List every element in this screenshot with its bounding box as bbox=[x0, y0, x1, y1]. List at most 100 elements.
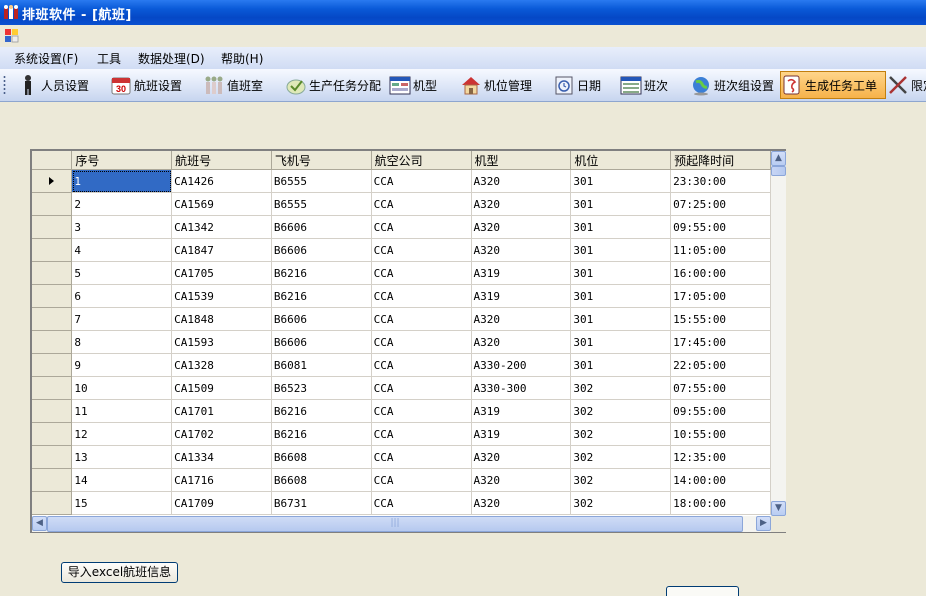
cell-aircraft-type[interactable]: A320 bbox=[471, 169, 572, 193]
cell-scheduled-time[interactable]: 17:05:00 bbox=[670, 284, 771, 308]
cell-scheduled-time[interactable]: 16:00:00 bbox=[670, 261, 771, 285]
cell-stand[interactable]: 301 bbox=[570, 261, 672, 285]
row-header[interactable] bbox=[32, 330, 73, 354]
table-row[interactable]: 7 CA1848 B6606 CCA A320 301 15:55:00 bbox=[32, 307, 771, 331]
toolbar-generate-worksheet[interactable]: 生成任务工单 bbox=[780, 71, 886, 99]
cell-stand[interactable]: 301 bbox=[570, 284, 672, 308]
toolbar-aircraft-type[interactable]: 机型 bbox=[389, 72, 437, 98]
cell-airline[interactable]: CCA bbox=[371, 353, 472, 377]
column-header-aircraft-type[interactable]: 机型 bbox=[471, 151, 572, 170]
cell-scheduled-time[interactable]: 15:55:00 bbox=[670, 307, 771, 331]
row-header[interactable] bbox=[32, 215, 73, 239]
table-row[interactable]: 2 CA1569 B6555 CCA A320 301 07:25:00 bbox=[32, 192, 771, 216]
row-header[interactable] bbox=[32, 468, 73, 492]
toolbar-flight-settings[interactable]: 30 航班设置 bbox=[110, 72, 182, 98]
cell-seq[interactable]: 14 bbox=[71, 468, 173, 492]
cell-aircraft-type[interactable]: A320 bbox=[471, 215, 572, 239]
cell-stand[interactable]: 301 bbox=[570, 353, 672, 377]
cell-flight-no[interactable]: CA1705 bbox=[171, 261, 272, 285]
vertical-scrollbar[interactable]: ▲ ▼ bbox=[771, 151, 786, 516]
cell-aircraft-type[interactable]: A319 bbox=[471, 422, 572, 446]
cell-stand[interactable]: 301 bbox=[570, 307, 672, 331]
table-row[interactable]: 8 CA1593 B6606 CCA A320 301 17:45:00 bbox=[32, 330, 771, 354]
cell-stand[interactable]: 302 bbox=[570, 491, 672, 515]
cell-scheduled-time[interactable]: 23:30:00 bbox=[670, 169, 771, 193]
scroll-right-icon[interactable]: ▶ bbox=[756, 516, 771, 531]
cell-seq[interactable]: 11 bbox=[71, 399, 173, 423]
column-header-stand[interactable]: 机位 bbox=[570, 151, 672, 170]
cell-stand[interactable]: 302 bbox=[570, 399, 672, 423]
cell-aircraft-type[interactable]: A320 bbox=[471, 491, 572, 515]
table-row[interactable]: 11 CA1701 B6216 CCA A319 302 09:55:00 bbox=[32, 399, 771, 423]
cell-airline[interactable]: CCA bbox=[371, 192, 472, 216]
horizontal-scrollbar[interactable]: ◀ ||| ▶ bbox=[32, 516, 771, 532]
cell-aircraft-no[interactable]: B6608 bbox=[271, 468, 372, 492]
cell-stand[interactable]: 301 bbox=[570, 169, 672, 193]
cell-aircraft-type[interactable]: A320 bbox=[471, 468, 572, 492]
cell-airline[interactable]: CCA bbox=[371, 330, 472, 354]
cell-stand[interactable]: 302 bbox=[570, 376, 672, 400]
cell-flight-no[interactable]: CA1709 bbox=[171, 491, 272, 515]
row-header[interactable] bbox=[32, 353, 73, 377]
cell-aircraft-type[interactable]: A330-300 bbox=[471, 376, 572, 400]
cell-seq[interactable]: 6 bbox=[71, 284, 173, 308]
column-header-seq[interactable]: 序号 bbox=[71, 151, 173, 170]
toolbar-shift-group-settings[interactable]: 班次组设置 bbox=[690, 72, 774, 98]
cell-aircraft-type[interactable]: A320 bbox=[471, 330, 572, 354]
toolbar-limit[interactable]: 限定 bbox=[887, 72, 926, 98]
cell-seq[interactable]: 5 bbox=[71, 261, 173, 285]
mdi-form-icon[interactable] bbox=[4, 28, 19, 43]
cell-airline[interactable]: CCA bbox=[371, 445, 472, 469]
table-row[interactable]: 14 CA1716 B6608 CCA A320 302 14:00:00 bbox=[32, 468, 771, 492]
cell-flight-no[interactable]: CA1847 bbox=[171, 238, 272, 262]
table-row[interactable]: 15 CA1709 B6731 CCA A320 302 18:00:00 bbox=[32, 491, 771, 515]
table-row[interactable]: 10 CA1509 B6523 CCA A330-300 302 07:55:00 bbox=[32, 376, 771, 400]
row-header[interactable] bbox=[32, 376, 73, 400]
row-header[interactable] bbox=[32, 399, 73, 423]
cell-airline[interactable]: CCA bbox=[371, 307, 472, 331]
cell-aircraft-no[interactable]: B6606 bbox=[271, 238, 372, 262]
cell-flight-no[interactable]: CA1328 bbox=[171, 353, 272, 377]
cell-stand[interactable]: 302 bbox=[570, 468, 672, 492]
cell-scheduled-time[interactable]: 11:05:00 bbox=[670, 238, 771, 262]
menu-help[interactable]: 帮助(H) bbox=[219, 50, 265, 67]
import-excel-button[interactable]: 导入excel航班信息 bbox=[61, 562, 178, 583]
table-row[interactable]: 6 CA1539 B6216 CCA A319 301 17:05:00 bbox=[32, 284, 771, 308]
toolbar-staff-settings[interactable]: 人员设置 bbox=[17, 72, 89, 98]
cell-aircraft-no[interactable]: B6216 bbox=[271, 261, 372, 285]
cell-airline[interactable]: CCA bbox=[371, 399, 472, 423]
cell-aircraft-no[interactable]: B6555 bbox=[271, 169, 372, 193]
toolbar-grip[interactable] bbox=[3, 75, 6, 95]
cell-aircraft-type[interactable]: A320 bbox=[471, 238, 572, 262]
cell-scheduled-time[interactable]: 10:55:00 bbox=[670, 422, 771, 446]
cell-airline[interactable]: CCA bbox=[371, 284, 472, 308]
row-header[interactable] bbox=[32, 192, 73, 216]
table-row[interactable]: 1 CA1426 B6555 CCA A320 301 23:30:00 bbox=[32, 169, 771, 193]
toolbar-date[interactable]: 日期 bbox=[553, 72, 601, 98]
row-header[interactable] bbox=[32, 491, 73, 515]
scroll-left-icon[interactable]: ◀ bbox=[32, 516, 47, 531]
toolbar-shift[interactable]: 班次 bbox=[620, 72, 668, 98]
column-header-scheduled-time[interactable]: 预起降时间 bbox=[670, 151, 771, 170]
cell-stand[interactable]: 302 bbox=[570, 422, 672, 446]
cell-scheduled-time[interactable]: 17:45:00 bbox=[670, 330, 771, 354]
table-row[interactable]: 5 CA1705 B6216 CCA A319 301 16:00:00 bbox=[32, 261, 771, 285]
menu-tools[interactable]: 工具 bbox=[95, 50, 123, 67]
cell-aircraft-type[interactable]: A320 bbox=[471, 445, 572, 469]
vertical-scroll-thumb[interactable] bbox=[771, 166, 786, 176]
scroll-up-icon[interactable]: ▲ bbox=[771, 151, 786, 166]
cell-stand[interactable]: 301 bbox=[570, 330, 672, 354]
cell-seq[interactable]: 15 bbox=[71, 491, 173, 515]
table-row[interactable]: 13 CA1334 B6608 CCA A320 302 12:35:00 bbox=[32, 445, 771, 469]
cell-aircraft-no[interactable]: B6606 bbox=[271, 307, 372, 331]
cell-stand[interactable]: 301 bbox=[570, 192, 672, 216]
column-header-airline[interactable]: 航空公司 bbox=[371, 151, 472, 170]
cell-flight-no[interactable]: CA1334 bbox=[171, 445, 272, 469]
cell-seq[interactable]: 2 bbox=[71, 192, 173, 216]
cell-stand[interactable]: 301 bbox=[570, 238, 672, 262]
cell-flight-no[interactable]: CA1426 bbox=[171, 169, 272, 193]
cell-stand[interactable]: 302 bbox=[570, 445, 672, 469]
cell-flight-no[interactable]: CA1509 bbox=[171, 376, 272, 400]
table-row[interactable]: 3 CA1342 B6606 CCA A320 301 09:55:00 bbox=[32, 215, 771, 239]
cell-scheduled-time[interactable]: 07:25:00 bbox=[670, 192, 771, 216]
